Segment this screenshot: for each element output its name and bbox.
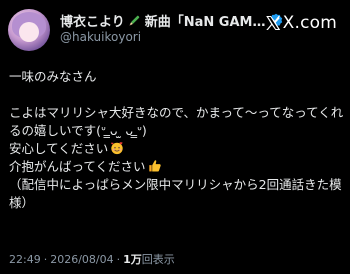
post-line-1: 一味のみなさん — [9, 69, 97, 84]
post-body: 一味のみなさん こよはマリリシャ大好きなので、かまって〜ってなってくれるの嬉しい… — [9, 68, 345, 212]
post-meta: 22:49 · 2026/08/04 · 1万回表示 — [9, 251, 175, 267]
display-name[interactable]: 博衣こより — [60, 11, 125, 30]
display-name-suffix[interactable]: 新曲「NaN GAM… — [145, 11, 266, 30]
post-spacer — [9, 86, 345, 104]
brand-text: X.com — [282, 13, 337, 33]
brand-mark[interactable]: X.com — [265, 13, 337, 33]
post-line-4-row: 介抱がんばってください — [9, 158, 345, 176]
post-card: 博衣こより 新曲「NaN GAM… @hakuikoyori X.com 一味の… — [0, 0, 350, 274]
avatar[interactable] — [8, 9, 50, 51]
smiling-face-with-hearts-icon — [111, 142, 123, 155]
meta-separator: · — [116, 253, 121, 266]
post-line-3-row: 安心してください — [9, 140, 345, 158]
meta-separator: · — [43, 253, 48, 266]
name-row[interactable]: 博衣こより 新曲「NaN GAM… — [60, 11, 283, 30]
post-line-4: 介抱がんばってください — [9, 159, 146, 174]
post-line-5: （配信中によっぱらメン限中マリリシャから2回通話きた模様） — [9, 177, 342, 210]
x-logo-icon — [265, 16, 280, 30]
post-date[interactable]: 2026/08/04 — [50, 253, 113, 266]
pen-emoji-icon — [129, 15, 140, 26]
views-label: 回表示 — [141, 253, 175, 266]
post-line-3: 安心してください — [9, 141, 109, 156]
post-line-2: こよはマリリシャ大好きなので、かまって〜ってなってくれるの嬉しいです(ᐡ ̳ᴗ … — [9, 105, 344, 138]
user-handle[interactable]: @hakuikoyori — [60, 30, 141, 44]
thumbs-up-icon — [148, 160, 161, 172]
post-time[interactable]: 22:49 — [9, 253, 41, 266]
avatar-face — [19, 22, 39, 42]
views-count: 1万 — [123, 253, 142, 266]
